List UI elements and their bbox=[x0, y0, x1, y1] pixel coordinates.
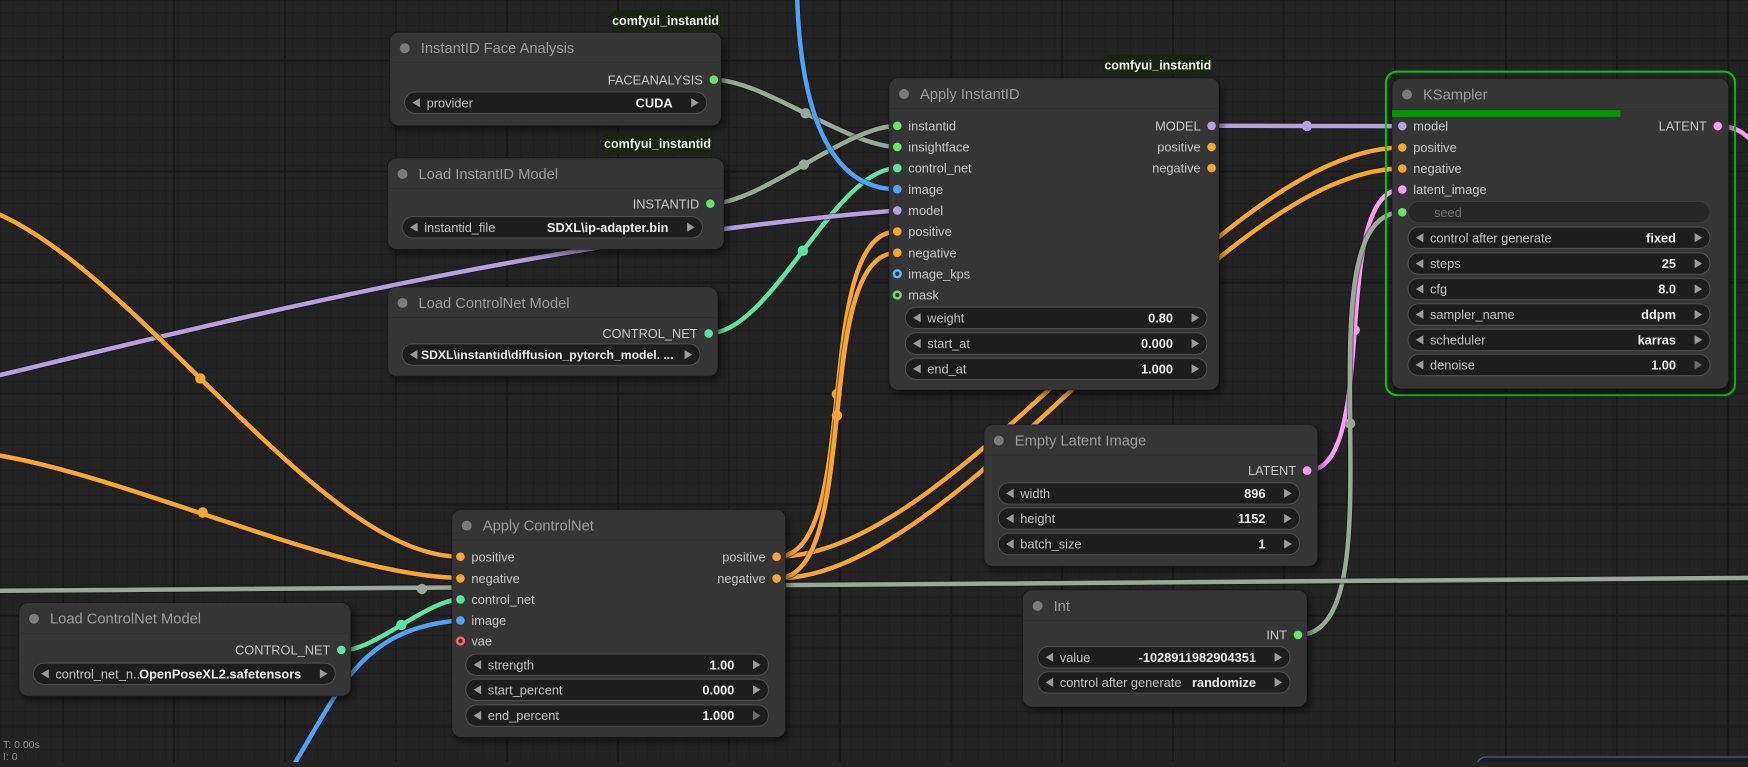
svg-text:OpenPoseXL2.safetensors: OpenPoseXL2.safetensors bbox=[139, 666, 301, 681]
svg-text:start_percent: start_percent bbox=[488, 682, 563, 697]
svg-text:image: image bbox=[471, 613, 506, 628]
svg-text:SDXL\ip-adapter.bin: SDXL\ip-adapter.bin bbox=[547, 220, 669, 235]
svg-text:image: image bbox=[908, 182, 943, 197]
svg-text:-1028911982904351: -1028911982904351 bbox=[1139, 650, 1256, 665]
svg-text:1.00: 1.00 bbox=[1651, 358, 1676, 373]
svg-text:negative: negative bbox=[908, 245, 956, 260]
svg-text:Load ControlNet Model: Load ControlNet Model bbox=[419, 296, 570, 312]
svg-text:MODEL: MODEL bbox=[1155, 118, 1201, 133]
svg-text:SDXL\instantid\diffusion_pytor: SDXL\instantid\diffusion_pytorch_model. … bbox=[421, 348, 674, 362]
svg-text:negative: negative bbox=[717, 571, 765, 586]
svg-text:comfyui_instantid: comfyui_instantid bbox=[604, 137, 711, 151]
svg-text:CUDA: CUDA bbox=[636, 95, 673, 110]
svg-text:control_net: control_net bbox=[471, 592, 535, 607]
svg-text:latent_image: latent_image bbox=[1413, 182, 1486, 197]
svg-text:Load ControlNet Model: Load ControlNet Model bbox=[50, 612, 201, 628]
svg-text:strength: strength bbox=[488, 657, 534, 672]
svg-text:end_percent: end_percent bbox=[488, 708, 560, 723]
svg-text:control after generate: control after generate bbox=[1430, 230, 1552, 245]
svg-text:1.00: 1.00 bbox=[709, 657, 734, 672]
svg-text:CONTROL_NET: CONTROL_NET bbox=[235, 643, 330, 658]
svg-text:steps: steps bbox=[1430, 256, 1461, 271]
svg-text:batch_size: batch_size bbox=[1020, 537, 1081, 552]
svg-text:positive: positive bbox=[1157, 140, 1200, 155]
svg-text:image_kps: image_kps bbox=[908, 266, 970, 281]
svg-text:positive: positive bbox=[908, 224, 951, 239]
svg-text:ddpm: ddpm bbox=[1641, 307, 1676, 322]
svg-text:InstantID Face Analysis: InstantID Face Analysis bbox=[421, 41, 574, 57]
svg-text:0.000: 0.000 bbox=[702, 682, 734, 697]
svg-text:provider: provider bbox=[427, 95, 474, 110]
svg-text:vae: vae bbox=[471, 634, 492, 649]
svg-text:KSampler: KSampler bbox=[1423, 88, 1488, 104]
svg-text:model: model bbox=[908, 203, 943, 218]
svg-text:model: model bbox=[1413, 119, 1448, 134]
svg-text:negative: negative bbox=[1413, 161, 1461, 176]
svg-text:control_net: control_net bbox=[908, 161, 972, 176]
svg-text:T: 0.00s: T: 0.00s bbox=[3, 739, 40, 751]
svg-text:karras: karras bbox=[1638, 333, 1676, 348]
svg-text:0.000: 0.000 bbox=[1141, 336, 1173, 351]
svg-text:1: 1 bbox=[1258, 537, 1265, 552]
svg-text:0.80: 0.80 bbox=[1148, 310, 1173, 325]
svg-text:negative: negative bbox=[1152, 161, 1200, 176]
svg-text:denoise: denoise bbox=[1430, 358, 1475, 373]
svg-text:mask: mask bbox=[908, 288, 939, 303]
svg-text:INT: INT bbox=[1266, 628, 1287, 643]
svg-text:randomize: randomize bbox=[1192, 675, 1256, 690]
svg-text:CONTROL_NET: CONTROL_NET bbox=[602, 326, 697, 341]
svg-text:LATENT: LATENT bbox=[1659, 119, 1707, 134]
svg-text:positive: positive bbox=[471, 549, 514, 564]
svg-text:Load InstantID Model: Load InstantID Model bbox=[419, 167, 559, 183]
svg-text:start_at: start_at bbox=[927, 336, 970, 351]
svg-text:sampler_name: sampler_name bbox=[1430, 307, 1515, 322]
svg-text:INSTANTID: INSTANTID bbox=[633, 196, 700, 211]
svg-text:LATENT: LATENT bbox=[1248, 463, 1296, 478]
svg-text:negative: negative bbox=[471, 571, 519, 586]
svg-text:FACEANALYSIS: FACEANALYSIS bbox=[608, 72, 703, 87]
svg-text:positive: positive bbox=[1413, 140, 1456, 155]
svg-text:instantid: instantid bbox=[908, 118, 956, 133]
svg-text:comfyui_instantid: comfyui_instantid bbox=[1104, 59, 1211, 73]
svg-text:cfg: cfg bbox=[1430, 282, 1447, 297]
svg-text:8.0: 8.0 bbox=[1658, 282, 1676, 297]
svg-text:height: height bbox=[1020, 511, 1055, 526]
svg-text:control_net_n...: control_net_n... bbox=[55, 666, 143, 681]
svg-text:end_at: end_at bbox=[927, 361, 967, 376]
svg-text:seed: seed bbox=[1434, 205, 1462, 220]
svg-text:896: 896 bbox=[1244, 486, 1265, 501]
svg-text:I: 0: I: 0 bbox=[3, 751, 18, 762]
svg-text:instantid_file: instantid_file bbox=[424, 220, 495, 235]
svg-text:control after generate: control after generate bbox=[1060, 675, 1182, 690]
svg-text:Int: Int bbox=[1054, 599, 1070, 615]
svg-text:25: 25 bbox=[1662, 256, 1676, 271]
svg-text:width: width bbox=[1019, 486, 1050, 501]
svg-text:1.000: 1.000 bbox=[702, 708, 734, 723]
svg-text:weight: weight bbox=[926, 310, 964, 325]
svg-text:Apply InstantID: Apply InstantID bbox=[920, 87, 1020, 103]
svg-text:comfyui_instantid: comfyui_instantid bbox=[612, 14, 719, 28]
svg-text:Apply ControlNet: Apply ControlNet bbox=[483, 519, 594, 535]
svg-text:value: value bbox=[1060, 650, 1091, 665]
svg-text:1.000: 1.000 bbox=[1141, 361, 1173, 376]
svg-text:Empty Latent Image: Empty Latent Image bbox=[1015, 434, 1146, 450]
svg-text:scheduler: scheduler bbox=[1430, 333, 1486, 348]
svg-text:positive: positive bbox=[722, 549, 765, 564]
svg-text:fixed: fixed bbox=[1646, 230, 1676, 245]
svg-text:insightface: insightface bbox=[908, 140, 969, 155]
svg-text:1152: 1152 bbox=[1238, 511, 1266, 526]
